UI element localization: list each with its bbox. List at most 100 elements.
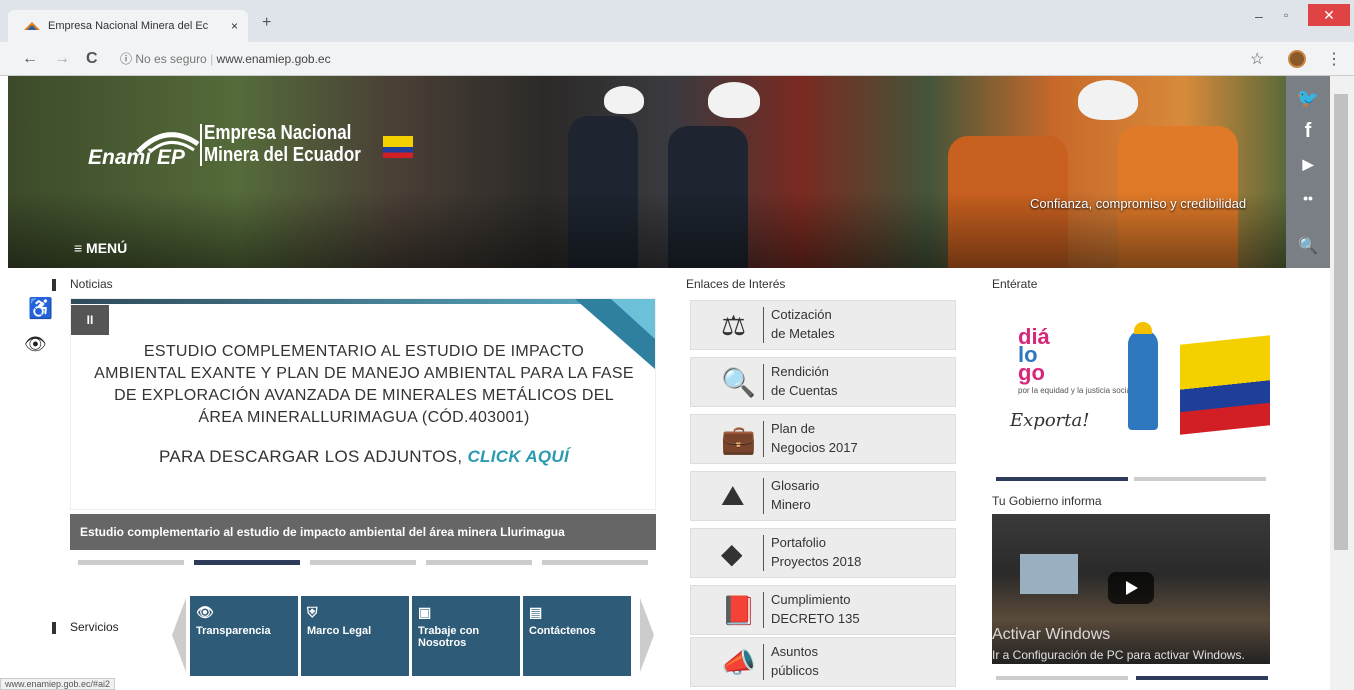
link-line2: públicos	[771, 663, 819, 678]
enterate-heading: Entérate	[992, 277, 1038, 291]
scrollbar-thumb[interactable]	[1334, 94, 1348, 550]
accessibility-eye-icon[interactable]: 👁	[24, 334, 47, 355]
eye-icon: 👁	[196, 604, 214, 620]
video-dot[interactable]	[996, 676, 1128, 680]
id-card-icon: ▣	[418, 604, 432, 620]
link-cumplimiento-decreto[interactable]: 📕 Cumplimiento DECRETO 135	[690, 585, 956, 635]
flag-bricks-image	[1180, 335, 1270, 435]
link-glosario-minero[interactable]: ⛰ Glosario Minero	[690, 471, 956, 521]
windows-watermark: Activar Windows	[992, 626, 1111, 643]
service-label: Trabaje con Nosotros	[418, 625, 480, 649]
search-icon[interactable]: 🔍	[1286, 236, 1330, 256]
link-line1: Cotización	[771, 307, 832, 322]
link-cotizacion-metales[interactable]: ⚖ Cotización de Metales	[690, 300, 956, 350]
service-marco-legal[interactable]: ⛨ Marco Legal	[301, 596, 409, 676]
carousel-prev-button[interactable]	[172, 598, 186, 672]
news-slide[interactable]: II ESTUDIO COMPLEMENTARIO AL ESTUDIO DE …	[70, 298, 656, 510]
slider-dot[interactable]	[542, 560, 648, 565]
service-label: Contáctenos	[529, 625, 596, 637]
slide-cta: PARA DESCARGAR LOS ADJUNTOS, CLICK AQUÍ	[71, 447, 655, 467]
link-line2: de Metales	[771, 326, 835, 341]
service-transparencia[interactable]: 👁 Transparencia	[190, 596, 298, 676]
ecuador-flag-icon	[383, 136, 413, 158]
megaphone-icon: 📣	[721, 647, 756, 678]
dialogo-logo: diá lo go por la equidad y la justicia s…	[1018, 324, 1133, 396]
link-line2: DECRETO 135	[771, 611, 860, 626]
pause-button[interactable]: II	[71, 305, 109, 335]
slider-dot-active[interactable]	[194, 560, 300, 565]
scale-icon: ⚖	[721, 310, 747, 341]
slide-caption[interactable]: Estudio complementario al estudio de imp…	[70, 514, 656, 550]
tab-close-icon[interactable]: ×	[231, 10, 238, 42]
new-tab-button[interactable]: +	[262, 14, 271, 32]
logo-name-line2: Minera del Ecuador	[204, 144, 361, 166]
address-bar: ← → C ⓘ No es seguro | www.enamiep.gob.e…	[0, 42, 1354, 76]
link-portafolio-proyectos[interactable]: ◆ Portafolio Proyectos 2018	[690, 528, 956, 578]
favicon-icon	[24, 22, 40, 30]
play-icon[interactable]	[1108, 572, 1154, 604]
service-contactenos[interactable]: ▤ Contáctenos	[523, 596, 631, 676]
mountain-icon: ⛰	[721, 480, 745, 511]
twitter-icon[interactable]: 🐦	[1286, 88, 1330, 109]
worker-figure	[1128, 322, 1158, 430]
magnifier-icon: 🔍	[721, 367, 756, 398]
slider-dot[interactable]	[310, 560, 416, 565]
bookmark-star-icon[interactable]: ☆	[1250, 49, 1264, 69]
link-asuntos-publicos[interactable]: 📣 Asuntos públicos	[690, 637, 956, 687]
service-label: Marco Legal	[307, 625, 372, 637]
tab-title: Empresa Nacional Minera del Ec	[48, 20, 209, 32]
accessibility-person-icon[interactable]: ♿	[28, 296, 53, 321]
slide-line: ÁREA MINERALLURIMAGUA (CÓD.403001)	[198, 409, 530, 426]
menu-kebab-icon[interactable]: ⋮	[1326, 49, 1342, 69]
status-bar-url: www.enamiep.gob.ec/#ai2	[0, 678, 116, 690]
service-label: Transparencia	[196, 625, 271, 637]
logo-brand[interactable]: Enami EP	[88, 146, 185, 170]
browser-tab[interactable]: Empresa Nacional Minera del Ec ×	[8, 10, 248, 42]
security-status: No es seguro	[135, 52, 207, 66]
carousel-next-button[interactable]	[640, 598, 654, 672]
logo-name-line1: Empresa Nacional	[204, 122, 352, 144]
link-plan-negocios[interactable]: 💼 Plan de Negocios 2017	[690, 414, 956, 464]
noticias-heading: Noticias	[70, 277, 113, 291]
close-window-button[interactable]: ✕	[1308, 4, 1350, 26]
url-field[interactable]: ⓘ No es seguro | www.enamiep.gob.ec	[120, 50, 331, 67]
header-banner: Enami EP Empresa Nacional Minera del Ecu…	[8, 76, 1286, 268]
book-icon: 📕	[721, 595, 756, 626]
flickr-icon[interactable]: ••	[1286, 190, 1330, 206]
reload-button[interactable]: C	[86, 50, 98, 68]
enterate-dot-active[interactable]	[996, 477, 1128, 481]
click-aqui-link[interactable]: CLICK AQUÍ	[467, 447, 569, 466]
windows-watermark-sub: Ir a Configuración de PC para activar Wi…	[992, 648, 1245, 662]
slide-line: AMBIENTAL EXANTE Y PLAN DE MANEJO AMBIEN…	[94, 365, 634, 382]
minimize-button[interactable]: –	[1255, 8, 1263, 24]
link-rendicion-cuentas[interactable]: 🔍 Rendición de Cuentas	[690, 357, 956, 407]
link-line1: Rendición	[771, 364, 829, 379]
servicios-heading: Servicios	[70, 620, 119, 634]
tab-strip: Empresa Nacional Minera del Ec × + – ▫ ✕	[0, 0, 1354, 42]
cta-text: PARA DESCARGAR LOS ADJUNTOS,	[158, 447, 463, 466]
enterate-dot[interactable]	[1134, 477, 1266, 481]
briefcase-icon: 💼	[721, 424, 756, 455]
back-button[interactable]: ←	[22, 50, 38, 68]
slider-dot[interactable]	[78, 560, 184, 565]
slider-dot[interactable]	[426, 560, 532, 565]
forward-button[interactable]: →	[54, 50, 70, 68]
ecuador-map-icon: ◆	[721, 538, 743, 569]
service-trabaje-con-nosotros[interactable]: ▣ Trabaje con Nosotros	[412, 596, 520, 676]
youtube-icon[interactable]: ▶	[1286, 156, 1330, 173]
section-marker	[52, 622, 56, 634]
gobierno-informa-heading: Tu Gobierno informa	[992, 494, 1102, 508]
link-line1: Cumplimiento	[771, 592, 851, 607]
link-line2: Proyectos 2018	[771, 554, 862, 569]
facebook-icon[interactable]: f	[1286, 120, 1330, 143]
link-line1: Asuntos	[771, 644, 818, 659]
menu-button[interactable]: ≡ MENÚ	[74, 240, 127, 256]
social-sidebar: 🐦 f ▶ •• 🔍	[1286, 76, 1330, 268]
video-dot-active[interactable]	[1136, 676, 1268, 680]
info-icon[interactable]: ⓘ	[120, 52, 132, 66]
link-line2: de Cuentas	[771, 383, 838, 398]
link-line1: Glosario	[771, 478, 820, 493]
profile-avatar[interactable]	[1288, 50, 1306, 68]
maximize-button[interactable]: ▫	[1284, 8, 1288, 22]
enlaces-heading: Enlaces de Interés	[686, 277, 786, 291]
